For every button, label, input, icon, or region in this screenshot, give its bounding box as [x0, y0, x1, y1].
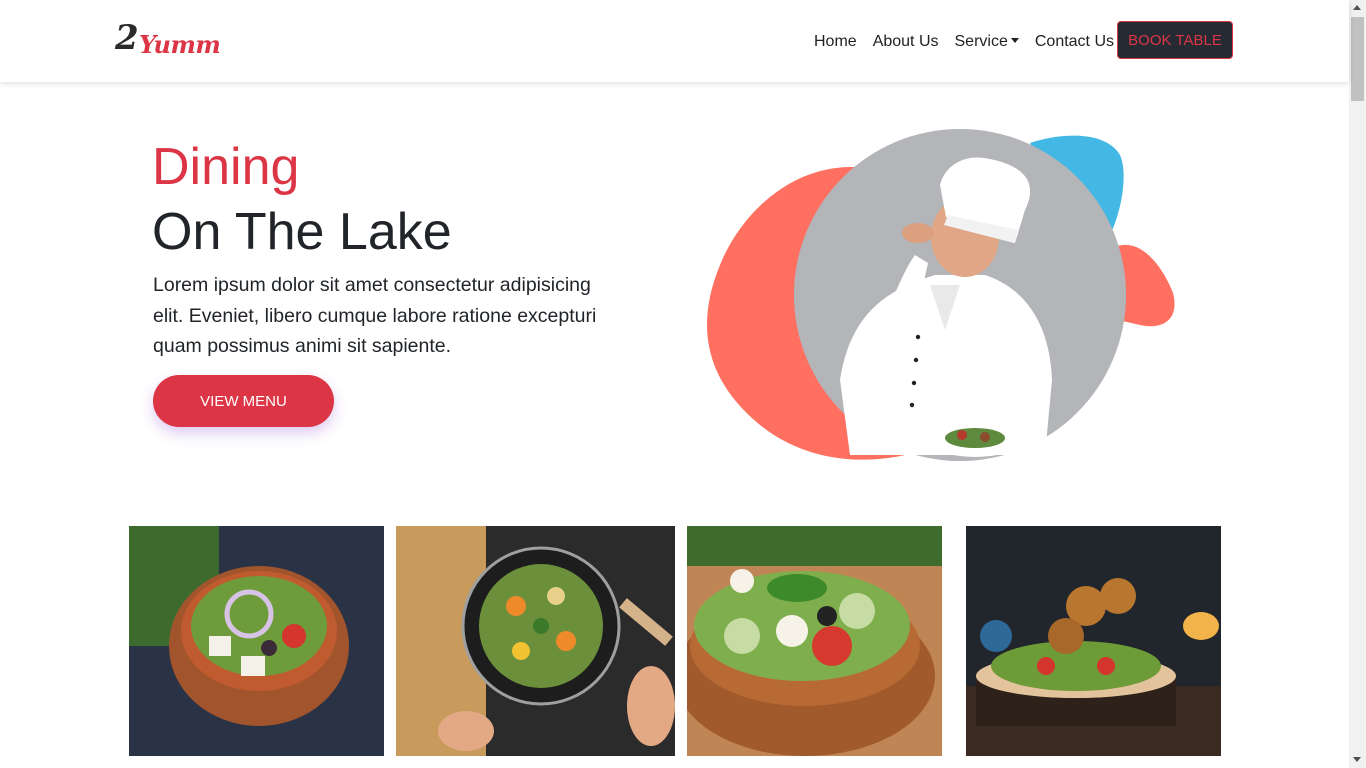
brand-logo[interactable]: 2 Yumm — [115, 18, 225, 64]
main-nav: Home About Us Service Contact Us — [806, 30, 1122, 54]
food-image-caprese-salad — [687, 526, 942, 756]
nav-service-dropdown[interactable]: Service — [947, 30, 1027, 54]
hero-title-main: On The Lake — [152, 203, 452, 261]
nav-home[interactable]: Home — [806, 30, 865, 54]
brand-word: Yumm — [139, 30, 221, 59]
nav-about-us[interactable]: About Us — [865, 30, 947, 54]
food-image-stir-fry — [396, 526, 675, 756]
scroll-down-icon[interactable] — [1353, 757, 1361, 762]
scroll-thumb[interactable] — [1351, 17, 1364, 101]
hero-title-accent: Dining — [152, 138, 300, 196]
hero-description: Lorem ipsum dolor sit amet consectetur a… — [153, 274, 597, 357]
food-image-greek-salad — [129, 526, 384, 756]
food-image-falafel-wrap — [966, 526, 1221, 756]
hero-chef-illustration — [707, 129, 1175, 461]
book-table-button[interactable]: BOOK TABLE — [1117, 21, 1233, 59]
nav-contact-us[interactable]: Contact Us — [1027, 30, 1122, 54]
navbar: 2 Yumm Home About Us Service Contact Us … — [0, 0, 1349, 82]
brand-number: 2 — [115, 18, 139, 58]
page-scrollbar[interactable] — [1349, 0, 1366, 768]
nav-service-label: Service — [954, 33, 1008, 50]
dropdown-caret-icon — [1010, 38, 1019, 43]
scroll-up-icon[interactable] — [1353, 5, 1361, 10]
view-menu-button[interactable]: VIEW MENU — [153, 375, 334, 427]
